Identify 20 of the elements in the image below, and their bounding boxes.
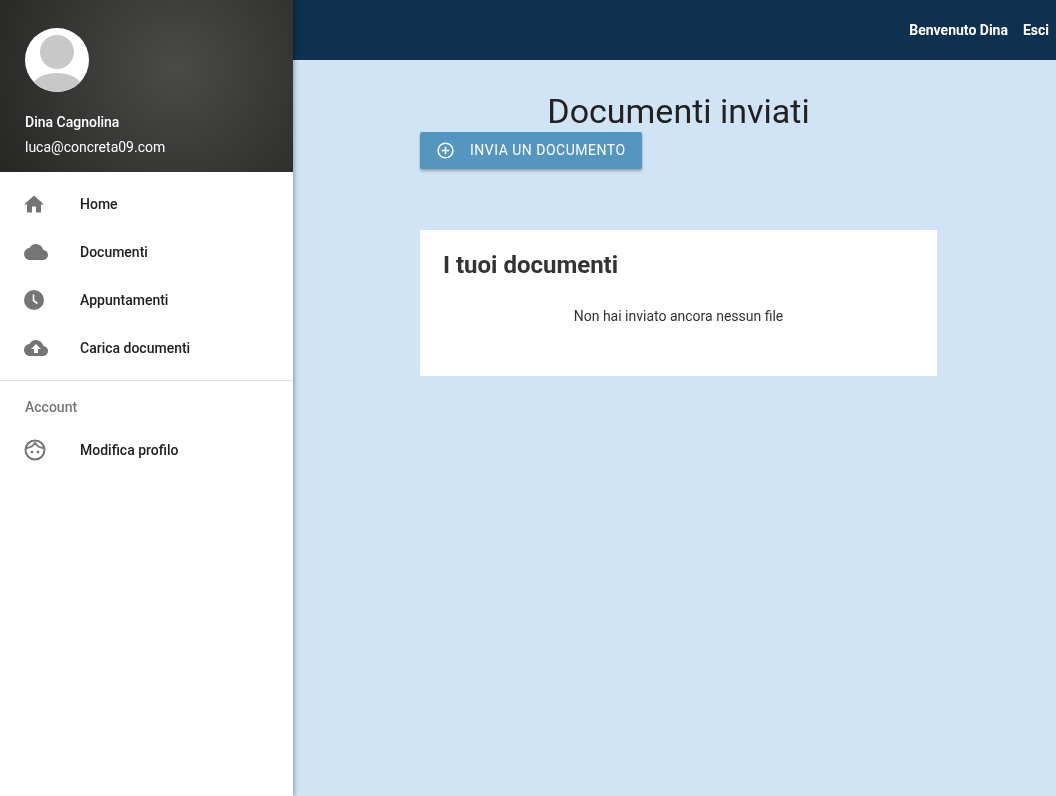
nav-item[interactable]: Modifica profilo [0,426,293,474]
user-email: luca@concreta09.com [25,138,167,157]
user-name: Dina Cagnolina [25,113,121,132]
nav-item[interactable]: Documenti [0,228,293,276]
cloud-icon [24,244,48,260]
clock-icon [24,290,44,310]
empty-message: Non hai inviato ancora nessun file [572,307,785,326]
logout-link[interactable]: Esci [1022,19,1049,41]
avatar-icon [25,28,89,92]
page-title: Documenti inviati [546,90,811,132]
card-title: I tuoi documenti [443,250,620,280]
home-icon [24,195,44,213]
greeting: Benvenuto Dina [909,20,1008,40]
cloud-upload-icon [24,340,48,356]
nav-item[interactable]: Appuntamenti [0,276,293,324]
section-label: Account [24,398,79,417]
face-icon [24,439,46,461]
nav-item[interactable]: Carica documenti [0,324,293,372]
nav-item[interactable]: Home [0,180,293,228]
add-circle-icon [437,142,454,159]
